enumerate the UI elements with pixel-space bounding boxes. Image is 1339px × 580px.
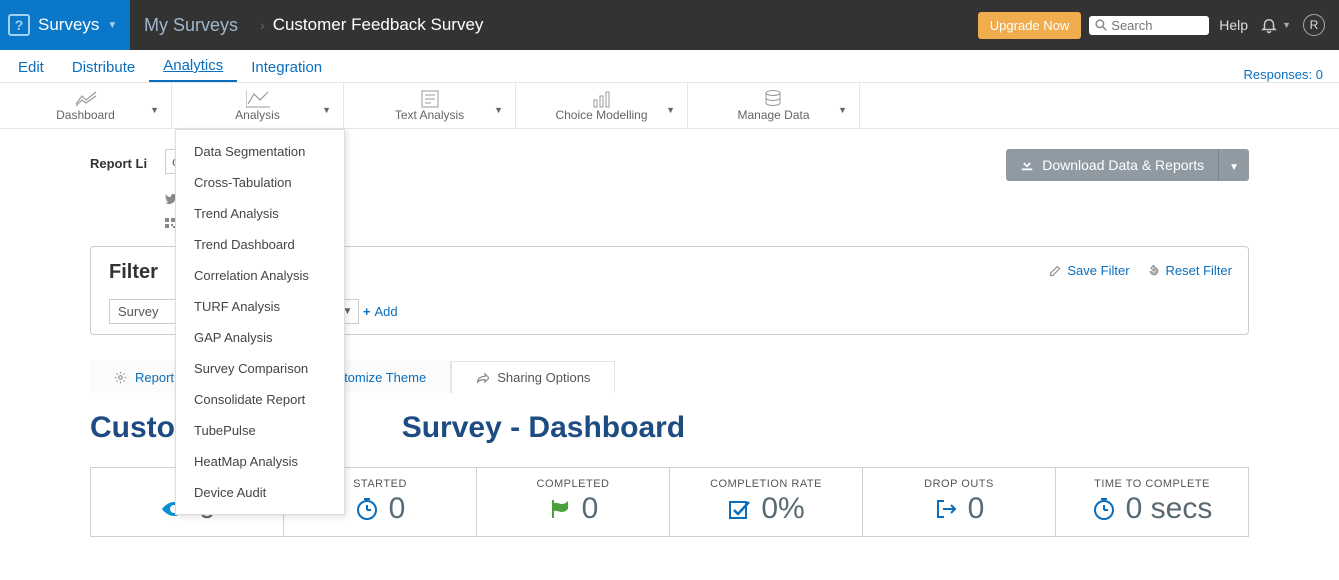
exit-icon bbox=[934, 497, 958, 521]
menu-item-device-audit[interactable]: Device Audit bbox=[176, 477, 344, 508]
notifications-button[interactable]: ▼ bbox=[1260, 16, 1291, 34]
menu-item-trend-dashboard[interactable]: Trend Dashboard bbox=[176, 229, 344, 260]
tab-integration[interactable]: Integration bbox=[237, 53, 336, 82]
menu-item-data-segmentation[interactable]: Data Segmentation bbox=[176, 136, 344, 167]
top-bar: ? Surveys ▼ My Surveys › Customer Feedba… bbox=[0, 0, 1339, 50]
download-reports-dropdown[interactable]: ▼ bbox=[1218, 149, 1249, 181]
stat-value: 0 bbox=[968, 492, 985, 526]
help-link[interactable]: Help bbox=[1219, 17, 1248, 33]
menu-item-trend-analysis[interactable]: Trend Analysis bbox=[176, 198, 344, 229]
menu-item-heatmap-analysis[interactable]: HeatMap Analysis bbox=[176, 446, 344, 477]
avatar[interactable]: R bbox=[1303, 14, 1325, 36]
logo-icon: ? bbox=[8, 14, 30, 36]
reset-icon bbox=[1148, 265, 1160, 277]
toolbar-analysis[interactable]: Analysis ▼ bbox=[172, 83, 344, 128]
stat-label: DROP OUTS bbox=[924, 478, 994, 490]
stat-label: COMPLETION RATE bbox=[710, 478, 822, 490]
edit-icon bbox=[1049, 265, 1061, 277]
chevron-down-icon: ▼ bbox=[322, 105, 331, 115]
add-filter-button[interactable]: + Add bbox=[363, 304, 398, 319]
stat-dropouts: DROP OUTS 0 bbox=[863, 468, 1056, 536]
chevron-down-icon: ▼ bbox=[1282, 20, 1291, 30]
stat-value: 0 bbox=[582, 492, 599, 526]
gear-icon bbox=[114, 371, 127, 384]
plus-icon: + bbox=[363, 304, 371, 319]
dashboard-icon bbox=[74, 90, 98, 108]
menu-item-survey-comparison[interactable]: Survey Comparison bbox=[176, 353, 344, 384]
stat-completion-rate: COMPLETION RATE 0% bbox=[670, 468, 863, 536]
analytics-toolbar: Dashboard ▼ Analysis ▼ Text Analysis ▼ C… bbox=[0, 83, 1339, 129]
upgrade-button[interactable]: Upgrade Now bbox=[978, 12, 1082, 39]
chevron-down-icon: ▼ bbox=[838, 105, 847, 115]
flag-icon bbox=[548, 497, 572, 521]
search-input[interactable] bbox=[1111, 18, 1201, 33]
save-filter-button[interactable]: Save Filter bbox=[1049, 263, 1129, 278]
chevron-down-icon: ▼ bbox=[666, 105, 675, 115]
clock-icon bbox=[355, 497, 379, 521]
chevron-down-icon: ▼ bbox=[150, 105, 159, 115]
report-link-label: Report Li bbox=[90, 156, 147, 171]
toolbar-text-label: Text Analysis bbox=[395, 108, 464, 122]
toolbar-choice-label: Choice Modelling bbox=[555, 108, 647, 122]
stat-label: TIME TO COMPLETE bbox=[1094, 478, 1210, 490]
reset-filter-button[interactable]: Reset Filter bbox=[1148, 263, 1232, 278]
stat-completed: COMPLETED 0 bbox=[477, 468, 670, 536]
stat-value: 0 bbox=[389, 492, 406, 526]
share-icon bbox=[476, 372, 489, 384]
chevron-down-icon: ▼ bbox=[107, 20, 117, 31]
download-reports-button[interactable]: Download Data & Reports bbox=[1006, 149, 1218, 181]
toolbar-text-analysis[interactable]: Text Analysis ▼ bbox=[344, 83, 516, 128]
toolbar-dashboard-label: Dashboard bbox=[56, 108, 115, 122]
sharing-options-tab[interactable]: Sharing Options bbox=[451, 361, 615, 393]
menu-item-gap-analysis[interactable]: GAP Analysis bbox=[176, 322, 344, 353]
product-label: Surveys bbox=[38, 15, 99, 35]
add-filter-label: Add bbox=[374, 304, 397, 319]
database-icon bbox=[763, 90, 783, 108]
checkbox-icon bbox=[727, 497, 751, 521]
stat-time-to-complete: TIME TO COMPLETE 0 secs bbox=[1056, 468, 1248, 536]
tab-analytics[interactable]: Analytics bbox=[149, 51, 237, 82]
menu-item-consolidate-report[interactable]: Consolidate Report bbox=[176, 384, 344, 415]
stat-label: STARTED bbox=[353, 478, 407, 490]
text-analysis-icon bbox=[420, 90, 440, 108]
toolbar-dashboard[interactable]: Dashboard ▼ bbox=[0, 83, 172, 128]
tab-distribute[interactable]: Distribute bbox=[58, 53, 149, 82]
chevron-down-icon: ▼ bbox=[1229, 162, 1239, 173]
search-icon bbox=[1095, 19, 1107, 31]
choice-modelling-icon bbox=[590, 90, 614, 108]
toolbar-manage-label: Manage Data bbox=[737, 108, 809, 122]
breadcrumb-current: Customer Feedback Survey bbox=[273, 15, 484, 35]
chevron-right-icon: › bbox=[252, 17, 273, 33]
menu-item-tubepulse[interactable]: TubePulse bbox=[176, 415, 344, 446]
main-tabs: Edit Distribute Analytics Integration Re… bbox=[0, 50, 1339, 83]
analysis-dropdown: Data Segmentation Cross-Tabulation Trend… bbox=[175, 129, 345, 515]
stat-value: 0% bbox=[761, 492, 804, 526]
responses-count: Responses: 0 bbox=[1244, 67, 1336, 82]
menu-item-cross-tabulation[interactable]: Cross-Tabulation bbox=[176, 167, 344, 198]
menu-item-turf-analysis[interactable]: TURF Analysis bbox=[176, 291, 344, 322]
toolbar-manage-data[interactable]: Manage Data ▼ bbox=[688, 83, 860, 128]
download-label: Download Data & Reports bbox=[1042, 157, 1204, 173]
breadcrumb-root[interactable]: My Surveys bbox=[130, 15, 252, 36]
chevron-down-icon: ▼ bbox=[494, 105, 503, 115]
toolbar-analysis-label: Analysis bbox=[235, 108, 280, 122]
product-switcher[interactable]: ? Surveys ▼ bbox=[0, 0, 130, 50]
download-icon bbox=[1020, 158, 1034, 172]
bell-icon bbox=[1260, 16, 1278, 34]
analysis-icon bbox=[246, 90, 270, 108]
tab-edit[interactable]: Edit bbox=[4, 53, 58, 82]
toolbar-choice-modelling[interactable]: Choice Modelling ▼ bbox=[516, 83, 688, 128]
search-input-wrap[interactable] bbox=[1089, 16, 1209, 35]
clock-icon bbox=[1092, 497, 1116, 521]
stat-value: 0 secs bbox=[1126, 492, 1213, 526]
menu-item-correlation-analysis[interactable]: Correlation Analysis bbox=[176, 260, 344, 291]
stat-label: COMPLETED bbox=[537, 478, 610, 490]
